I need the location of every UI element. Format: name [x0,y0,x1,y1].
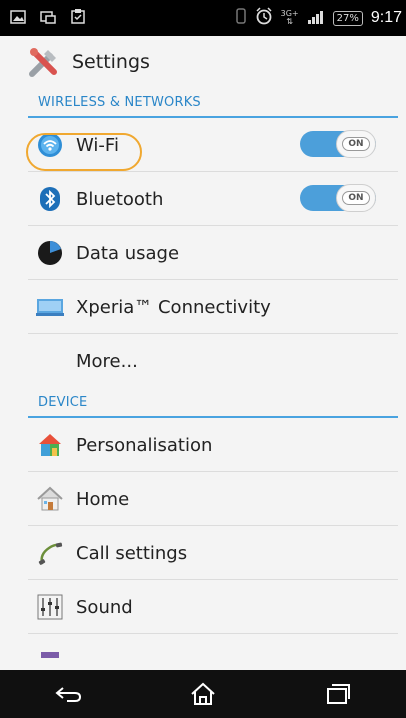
settings-item-label: Home [76,488,130,510]
action-bar: Settings [0,36,406,88]
home-nav-icon[interactable] [173,674,233,714]
signal-icon [307,9,325,28]
settings-item-label: Wi-Fi [76,134,119,156]
settings-item-label: More... [76,350,138,372]
wifi-icon [36,131,64,159]
settings-item-sound[interactable]: Sound [0,580,406,634]
settings-item-more[interactable]: More... [0,334,406,388]
clock: 9:17 [370,9,402,26]
settings-item-label: Call settings [76,542,188,564]
section-header-device: DEVICE [0,388,406,418]
screen-icon [40,9,56,28]
page-title: Settings [72,51,150,73]
settings-item-call-settings[interactable]: Call settings [0,526,406,580]
clipboard-icon [70,8,86,28]
settings-item-bluetooth[interactable]: Bluetooth ON [0,172,406,226]
wifi-toggle[interactable]: ON [300,130,376,158]
settings-tools-icon[interactable] [24,42,64,82]
gallery-icon [10,9,26,28]
battery-indicator: 27% [332,10,363,26]
settings-item-personalisation[interactable]: Personalisation [0,418,406,472]
data-usage-icon [36,239,64,267]
settings-item-home[interactable]: Home [0,472,406,526]
storage-icon [36,630,64,658]
home-icon [36,485,64,513]
vibrate-icon [235,8,247,28]
bluetooth-icon [36,185,64,213]
settings-item-label: Bluetooth [76,188,164,210]
back-icon[interactable] [38,674,98,714]
xperia-connectivity-icon [36,293,64,321]
navigation-bar [0,670,406,718]
settings-list: WIRELESS & NETWORKS Wi-Fi ON Bluetooth O… [0,88,406,658]
recent-apps-icon[interactable] [308,674,368,714]
phone-handset-icon [36,539,64,567]
section-header-wireless: WIRELESS & NETWORKS [0,88,406,118]
sound-sliders-icon [36,593,64,621]
settings-item-label: Xperia™ Connectivity [76,296,271,318]
status-bar: 3G+ ⇅ 27% 9:17 [0,0,406,36]
settings-item-label: Data usage [76,242,180,264]
bluetooth-toggle[interactable]: ON [300,184,376,212]
alarm-icon [255,7,273,29]
settings-item-xperia-connectivity[interactable]: Xperia™ Connectivity [0,280,406,334]
settings-item-label: Personalisation [76,434,213,456]
network-type: 3G+ ⇅ [280,9,299,26]
settings-item-wifi[interactable]: Wi-Fi ON [0,118,406,172]
personalisation-icon [36,431,64,459]
settings-item-data-usage[interactable]: Data usage [0,226,406,280]
settings-item-partial[interactable] [0,634,406,658]
settings-item-label: Sound [76,596,133,618]
